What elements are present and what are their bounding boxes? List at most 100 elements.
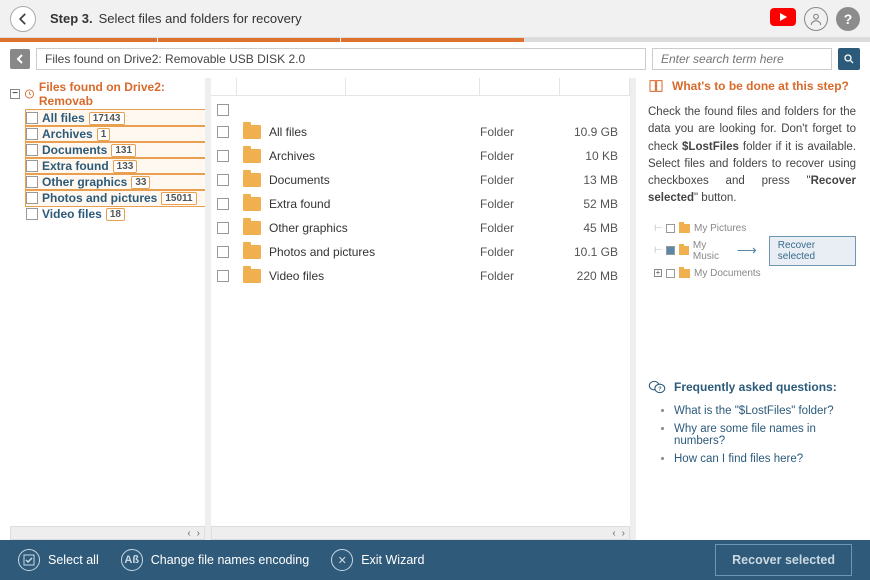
file-row[interactable]: Other graphicsFolder45 MB (211, 216, 630, 240)
folder-icon (243, 173, 261, 187)
row-checkbox[interactable] (217, 270, 229, 282)
tree-item[interactable]: All files 17143 (26, 110, 205, 126)
grid-header (211, 78, 630, 96)
tree-h-scroll[interactable]: ‹› (10, 526, 205, 540)
file-size: 10.9 GB (560, 125, 630, 139)
tree-item-count: 133 (113, 160, 138, 173)
path-back-button[interactable] (10, 49, 30, 69)
row-checkbox[interactable] (217, 246, 229, 258)
checkbox[interactable] (26, 192, 38, 204)
tree-item-label: Photos and pictures (42, 191, 157, 205)
faq-link[interactable]: How can I find files here? (674, 453, 803, 465)
recover-selected-button[interactable]: Recover selected (715, 544, 852, 576)
file-size: 13 MB (560, 173, 630, 187)
file-type: Folder (480, 221, 560, 235)
path-bar (0, 42, 870, 78)
tree-item[interactable]: Documents 131 (26, 142, 205, 158)
tree-item-label: Documents (42, 143, 107, 157)
checkbox[interactable] (26, 128, 38, 140)
folder-icon (243, 269, 261, 283)
checkbox[interactable] (26, 144, 38, 156)
file-name: Documents (269, 173, 330, 187)
back-button[interactable] (10, 6, 36, 32)
book-icon (648, 78, 664, 94)
tree-item-label: Archives (42, 127, 93, 141)
file-row[interactable]: Video filesFolder220 MB (211, 264, 630, 288)
checkbox[interactable] (26, 160, 38, 172)
select-all-button[interactable]: Select all (18, 549, 99, 571)
faq-link[interactable]: Why are some file names in numbers? (674, 423, 816, 447)
collapse-icon[interactable]: − (10, 89, 20, 99)
row-checkbox[interactable] (217, 222, 229, 234)
tree-item-count: 1 (97, 128, 111, 141)
tree-item-count: 17143 (89, 112, 125, 125)
row-checkbox[interactable] (217, 198, 229, 210)
main-content: − Files found on Drive2: Removab All fil… (0, 78, 870, 544)
step-title: Select files and folders for recovery (99, 11, 302, 26)
encoding-button[interactable]: Aß Change file names encoding (121, 549, 309, 571)
folder-icon (243, 197, 261, 211)
path-input[interactable] (36, 48, 646, 70)
faq-list: What is the "$LostFiles" folder? Why are… (648, 402, 856, 468)
folder-icon (243, 149, 261, 163)
file-type: Folder (480, 125, 560, 139)
tree-root[interactable]: − Files found on Drive2: Removab (10, 78, 205, 110)
grid-h-scroll[interactable]: ‹› (211, 526, 630, 540)
file-row[interactable]: Documents Folder13 MB (211, 168, 630, 192)
youtube-icon[interactable] (770, 8, 796, 29)
help-diagram: ⊢My Pictures ⊢My Music⟶Recover selected … (648, 222, 856, 280)
tree-item[interactable]: Archives 1 (26, 126, 205, 142)
file-type: Folder (480, 173, 560, 187)
file-row[interactable]: All files Folder10.9 GB (211, 120, 630, 144)
tree-item[interactable]: Other graphics 33 (26, 174, 205, 190)
row-checkbox[interactable] (217, 126, 229, 138)
search-button[interactable] (838, 48, 860, 70)
file-size: 220 MB (560, 269, 630, 283)
scroll-area: ‹› ‹› (10, 526, 860, 540)
account-icon[interactable] (804, 7, 828, 31)
faq-icon: ? (648, 380, 666, 394)
checkbox[interactable] (26, 176, 38, 188)
encoding-icon: Aß (121, 549, 143, 571)
file-type: Folder (480, 197, 560, 211)
file-row[interactable]: ArchivesFolder10 KB (211, 144, 630, 168)
progress-bar (0, 38, 870, 42)
faq-heading: ? Frequently asked questions: (648, 380, 856, 394)
file-name: Video files (269, 269, 324, 283)
app-header: Step 3. Select files and folders for rec… (0, 0, 870, 38)
row-checkbox[interactable] (217, 174, 229, 186)
file-type: Folder (480, 149, 560, 163)
tree-item[interactable]: Photos and pictures 15011 (26, 190, 205, 206)
tree-item-count: 131 (111, 144, 136, 157)
faq-link[interactable]: What is the "$LostFiles" folder? (674, 405, 834, 417)
search-input[interactable] (652, 48, 832, 70)
close-icon: ✕ (331, 549, 353, 571)
file-name: All files (269, 125, 307, 139)
file-grid: All filesFolder10.9 GBArchivesFolder10 K… (211, 78, 630, 544)
file-row[interactable]: Photos and picturesFolder10.1 GB (211, 240, 630, 264)
folder-icon (243, 221, 261, 235)
tree-item-label: All files (42, 111, 85, 125)
folder-icon (243, 245, 261, 259)
sidebar-text: Check the found files and folders for th… (648, 104, 856, 208)
file-name: Other graphics (269, 221, 348, 235)
clock-icon (24, 88, 35, 100)
tree-item[interactable]: Extra found 133 (26, 158, 205, 174)
file-name: Photos and pictures (269, 245, 375, 259)
exit-wizard-button[interactable]: ✕ Exit Wizard (331, 549, 424, 571)
select-all-icon (18, 549, 40, 571)
tree-item-count: 33 (131, 176, 150, 189)
file-row[interactable]: Extra foundFolder52 MB (211, 192, 630, 216)
footer-bar: Select all Aß Change file names encoding… (0, 540, 870, 580)
tree-item-label: Other graphics (42, 175, 127, 189)
tree-item-label: Extra found (42, 159, 109, 173)
tree-item[interactable]: Video files 18 (26, 206, 205, 222)
folder-icon (243, 125, 261, 139)
checkbox[interactable] (26, 112, 38, 124)
row-checkbox[interactable] (217, 150, 229, 162)
checkbox-all[interactable] (217, 104, 229, 116)
file-size: 10.1 GB (560, 245, 630, 259)
help-icon[interactable]: ? (836, 7, 860, 31)
checkbox[interactable] (26, 208, 38, 220)
tree-item-label: Video files (42, 207, 102, 221)
